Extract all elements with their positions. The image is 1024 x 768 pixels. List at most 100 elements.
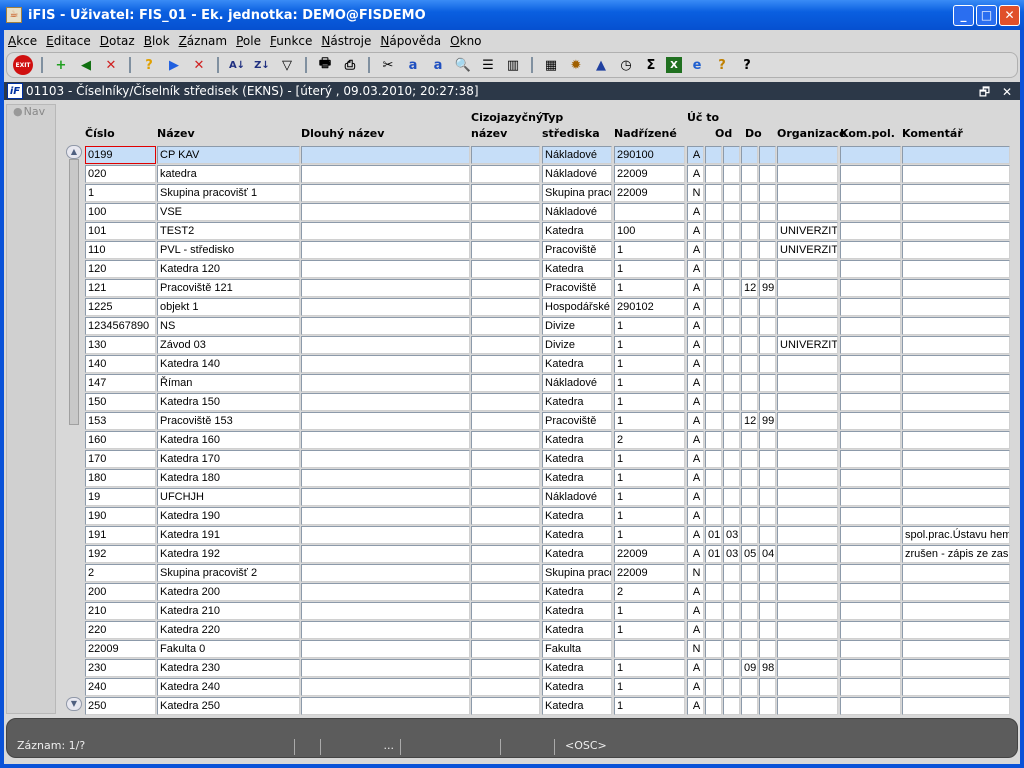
- cell-input[interactable]: 22009: [85, 640, 156, 658]
- cell-input[interactable]: [840, 222, 901, 240]
- cell-input[interactable]: Katedra 230: [157, 659, 300, 677]
- cell-input[interactable]: Katedra: [542, 621, 612, 639]
- cell-input[interactable]: katedra: [157, 165, 300, 183]
- cell-input[interactable]: [471, 241, 540, 259]
- cell-input[interactable]: [705, 450, 722, 468]
- cell-input[interactable]: [301, 583, 470, 601]
- cell-input[interactable]: [741, 602, 758, 620]
- cell-input[interactable]: 01: [705, 545, 722, 563]
- cell-input[interactable]: 1: [614, 374, 685, 392]
- cell-input[interactable]: [741, 374, 758, 392]
- cell-input[interactable]: A: [687, 260, 704, 278]
- cell-input[interactable]: Katedra 192: [157, 545, 300, 563]
- form-restore-button[interactable]: 🗗: [979, 85, 994, 99]
- cell-input[interactable]: [741, 678, 758, 696]
- cell-input[interactable]: Katedra: [542, 450, 612, 468]
- minimize-button[interactable]: _: [953, 5, 974, 26]
- cell-input[interactable]: Katedra 180: [157, 469, 300, 487]
- cell-input[interactable]: Divize: [542, 336, 612, 354]
- cell-input[interactable]: [705, 203, 722, 221]
- cell-input[interactable]: Závod 03: [157, 336, 300, 354]
- paste-icon[interactable]: a: [428, 55, 448, 75]
- cell-input[interactable]: [723, 260, 740, 278]
- cell-input[interactable]: 120: [85, 260, 156, 278]
- cell-input[interactable]: 1: [614, 279, 685, 297]
- cell-input[interactable]: [301, 659, 470, 677]
- cell-input[interactable]: [759, 260, 776, 278]
- cell-input[interactable]: [471, 298, 540, 316]
- cell-input[interactable]: [471, 507, 540, 525]
- cell-input[interactable]: A: [687, 545, 704, 563]
- cell-input[interactable]: Nákladové: [542, 165, 612, 183]
- cell-input[interactable]: 290100: [614, 146, 685, 164]
- cell-input[interactable]: Katedra: [542, 583, 612, 601]
- cell-input[interactable]: [840, 526, 901, 544]
- cell-input[interactable]: [759, 602, 776, 620]
- cell-input[interactable]: A: [687, 279, 704, 297]
- cell-input[interactable]: [840, 488, 901, 506]
- cell-input[interactable]: [840, 697, 901, 715]
- cell-input[interactable]: objekt 1: [157, 298, 300, 316]
- cell-input[interactable]: Katedra: [542, 602, 612, 620]
- cell-input[interactable]: NS: [157, 317, 300, 335]
- cell-input[interactable]: [759, 374, 776, 392]
- cell-input[interactable]: [840, 203, 901, 221]
- cell-input[interactable]: [471, 469, 540, 487]
- cell-input[interactable]: [723, 279, 740, 297]
- cell-input[interactable]: Katedra: [542, 469, 612, 487]
- cell-input[interactable]: [705, 393, 722, 411]
- cell-input[interactable]: [723, 450, 740, 468]
- cell-input[interactable]: [705, 678, 722, 696]
- cell-input[interactable]: [777, 697, 838, 715]
- cell-input[interactable]: [902, 412, 1010, 430]
- cell-input[interactable]: 2: [614, 583, 685, 601]
- cell-input[interactable]: [741, 507, 758, 525]
- cell-input[interactable]: [741, 241, 758, 259]
- cell-input[interactable]: Katedra 210: [157, 602, 300, 620]
- cell-input[interactable]: Skupina pracc: [542, 564, 612, 582]
- cell-input[interactable]: [705, 564, 722, 582]
- cell-input[interactable]: [777, 526, 838, 544]
- cell-input[interactable]: [471, 279, 540, 297]
- cell-input[interactable]: [723, 317, 740, 335]
- print-icon[interactable]: 🖶: [315, 55, 335, 75]
- cell-input[interactable]: Skupina pracc: [542, 184, 612, 202]
- cell-input[interactable]: [777, 507, 838, 525]
- cell-input[interactable]: [759, 241, 776, 259]
- cell-input[interactable]: [759, 393, 776, 411]
- copy-icon[interactable]: a: [403, 55, 423, 75]
- cell-input[interactable]: [777, 583, 838, 601]
- cell-input[interactable]: [471, 678, 540, 696]
- cell-input[interactable]: 147: [85, 374, 156, 392]
- cell-input[interactable]: [301, 640, 470, 658]
- cell-input[interactable]: [723, 336, 740, 354]
- cell-input[interactable]: [777, 279, 838, 297]
- cell-input[interactable]: CP KAV: [157, 146, 300, 164]
- cell-input[interactable]: [471, 355, 540, 373]
- cell-input[interactable]: [840, 279, 901, 297]
- cell-input[interactable]: [471, 640, 540, 658]
- cell-input[interactable]: [723, 374, 740, 392]
- maximize-button[interactable]: □: [976, 5, 997, 26]
- cell-input[interactable]: [759, 526, 776, 544]
- cell-input[interactable]: 1: [614, 507, 685, 525]
- cell-input[interactable]: [777, 488, 838, 506]
- cell-input[interactable]: 1: [614, 317, 685, 335]
- cell-input[interactable]: [471, 488, 540, 506]
- cell-input[interactable]: [902, 621, 1010, 639]
- cell-input[interactable]: [759, 298, 776, 316]
- cell-input[interactable]: Skupina pracovišť 1: [157, 184, 300, 202]
- cell-input[interactable]: [471, 412, 540, 430]
- cell-input[interactable]: 1225: [85, 298, 156, 316]
- cell-input[interactable]: [777, 317, 838, 335]
- cell-input[interactable]: [759, 184, 776, 202]
- print-preview-icon[interactable]: ⎙: [340, 55, 360, 75]
- chart-icon[interactable]: ▲: [591, 55, 611, 75]
- cell-input[interactable]: [840, 602, 901, 620]
- cell-input[interactable]: Katedra: [542, 355, 612, 373]
- cell-input[interactable]: [705, 184, 722, 202]
- cell-input[interactable]: Hospodářské: [542, 298, 612, 316]
- cell-input[interactable]: [723, 678, 740, 696]
- cell-input[interactable]: [705, 146, 722, 164]
- cell-input[interactable]: A: [687, 165, 704, 183]
